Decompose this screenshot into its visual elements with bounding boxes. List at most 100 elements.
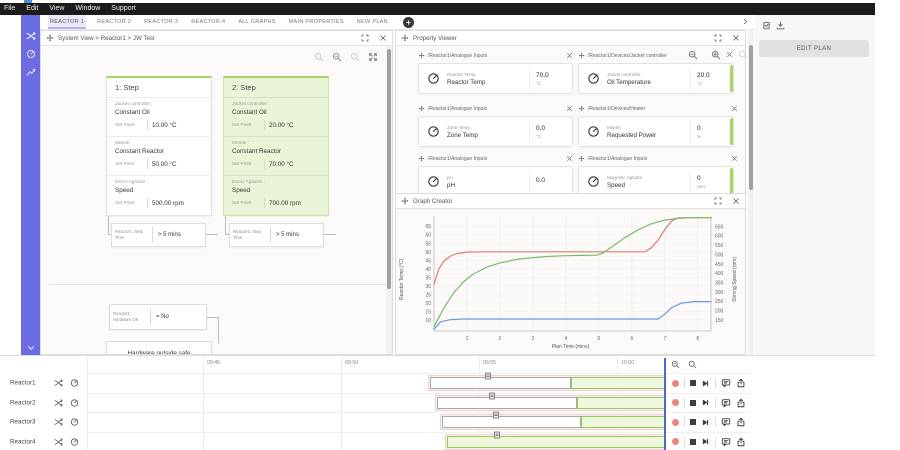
property-card[interactable]: Mantle Requested Power 0% [578,116,734,147]
zoom-in-icon[interactable] [711,50,721,60]
skip-next-button[interactable] [701,398,710,407]
scrollbar-thumb[interactable] [387,49,391,289]
share-button[interactable] [736,378,746,388]
comment-button[interactable] [721,417,731,427]
move-icon[interactable] [401,197,409,205]
stop-button[interactable] [690,399,696,406]
close-icon[interactable] [379,34,387,42]
workflow-icon[interactable] [54,379,63,388]
plan-bar-pending[interactable] [442,416,581,428]
tab-new-plan[interactable]: NEW PLAN [355,15,390,29]
edit-plan-button[interactable]: EDIT PLAN [759,40,869,57]
workspace-scrollbar[interactable] [748,30,754,355]
download-icon[interactable] [776,21,785,30]
stop-button[interactable] [690,380,696,386]
fullscreen-icon[interactable] [361,34,369,42]
record-indicator[interactable] [672,438,679,445]
system-view-scrollbar[interactable] [386,46,392,354]
close-icon[interactable] [566,52,573,59]
move-icon[interactable] [46,34,54,42]
tab-reactor-3[interactable]: REACTOR 3 [142,15,180,29]
close-icon[interactable] [726,51,733,58]
skip-next-button[interactable] [701,418,710,427]
close-icon[interactable] [732,197,740,205]
tab-main-properties[interactable]: MAIN PROPERTIES [287,15,346,29]
comment-button[interactable] [721,378,731,388]
zoom-icon[interactable] [314,52,324,62]
close-icon[interactable] [732,34,740,42]
tab-overflow-chevron-icon[interactable] [741,17,750,26]
move-icon[interactable] [418,155,425,162]
plan-note-icon[interactable] [484,372,492,380]
share-button[interactable] [736,398,746,408]
plan-bar-pending[interactable] [430,377,571,389]
menu-edit[interactable]: Edit [26,3,38,15]
close-icon[interactable] [731,155,738,162]
gauge-icon[interactable] [26,49,36,59]
close-icon[interactable] [566,155,573,162]
fullscreen-icon[interactable] [714,197,722,205]
plan-bar-pending[interactable] [437,396,577,409]
fullscreen-icon[interactable] [714,34,722,42]
stop-button[interactable] [690,419,696,425]
scrollbar-thumb[interactable] [749,45,753,190]
comment-button[interactable] [721,437,731,447]
safety-node[interactable]: Hardware outside safe [106,341,212,354]
property-card[interactable]: Jacket controller Oil Temperature 20.0 °C [578,63,734,94]
gauge-icon[interactable] [70,437,79,446]
menu-file[interactable]: File [4,3,15,15]
hardware-ok-node[interactable]: Reactor1: Hardware OK = No [109,304,207,330]
stop-button[interactable] [690,438,696,445]
plan-note-icon[interactable] [492,411,500,419]
comment-button[interactable] [721,398,731,408]
tab-reactor-2[interactable]: REACTOR 2 [95,15,133,29]
skip-next-button[interactable] [701,379,710,388]
zoom-out-icon[interactable] [688,50,698,60]
move-icon[interactable] [578,155,585,162]
move-icon[interactable] [578,105,585,112]
transition-node[interactable]: Reactor1: Step Time > 5 mins [229,223,324,247]
tab-reactor-4[interactable]: REACTOR 4 [189,15,227,29]
close-icon[interactable] [731,105,738,112]
record-indicator[interactable] [672,379,679,387]
move-icon[interactable] [418,105,425,112]
zoom-in-icon[interactable] [350,52,360,62]
fit-view-icon[interactable] [368,52,378,62]
add-tab-button[interactable] [402,16,414,28]
record-indicator[interactable] [672,399,679,406]
zoom-out-icon[interactable] [671,360,680,369]
record-indicator[interactable] [672,418,679,426]
chevron-down-icon[interactable] [26,343,36,353]
share-button[interactable] [736,437,746,447]
plan-bar-active[interactable] [447,435,665,448]
property-card[interactable]: Magnetic Agitator Speed 0 rpm [578,166,734,194]
skip-next-button[interactable] [701,437,710,446]
plan-note-icon[interactable] [488,392,496,400]
zoom-out-icon[interactable] [332,52,342,62]
plan-note-icon[interactable] [493,431,501,439]
zoom-in-icon[interactable] [688,360,697,369]
transition-node[interactable]: Reactor1: Step Time > 5 mins [111,223,206,247]
step-card-1[interactable]: 1: Step Jacket controller : Constant Oil… [106,76,212,216]
workflow-icon[interactable] [54,398,63,407]
gauge-icon[interactable] [70,398,79,407]
property-card[interactable]: Reactor Temp Reactor Temp 70.0 °C [418,63,573,94]
move-icon[interactable] [578,52,585,59]
clipboard-edit-icon[interactable] [762,21,771,30]
property-card[interactable]: pH pH 0.0 [418,166,573,194]
step-card-2[interactable]: 2: Step Jacket controller : Constant Oil… [223,76,329,216]
workflow-icon[interactable] [26,31,36,41]
share-button[interactable] [736,417,746,427]
move-icon[interactable] [418,52,425,59]
plan-bar-active[interactable] [571,377,665,389]
menu-window[interactable]: Window [75,3,100,15]
menu-support[interactable]: Support [111,3,136,15]
menu-view[interactable]: View [49,3,64,15]
gauge-icon[interactable] [70,379,79,388]
line-chart[interactable]: 1 2 3 4 5 6 7 810152025303540455055606515020025… [396,209,745,349]
zoom-icon[interactable] [738,50,745,60]
plan-bar-active[interactable] [577,396,665,409]
gauge-icon[interactable] [70,418,79,427]
chart-icon[interactable] [26,67,36,77]
move-icon[interactable] [401,34,409,42]
